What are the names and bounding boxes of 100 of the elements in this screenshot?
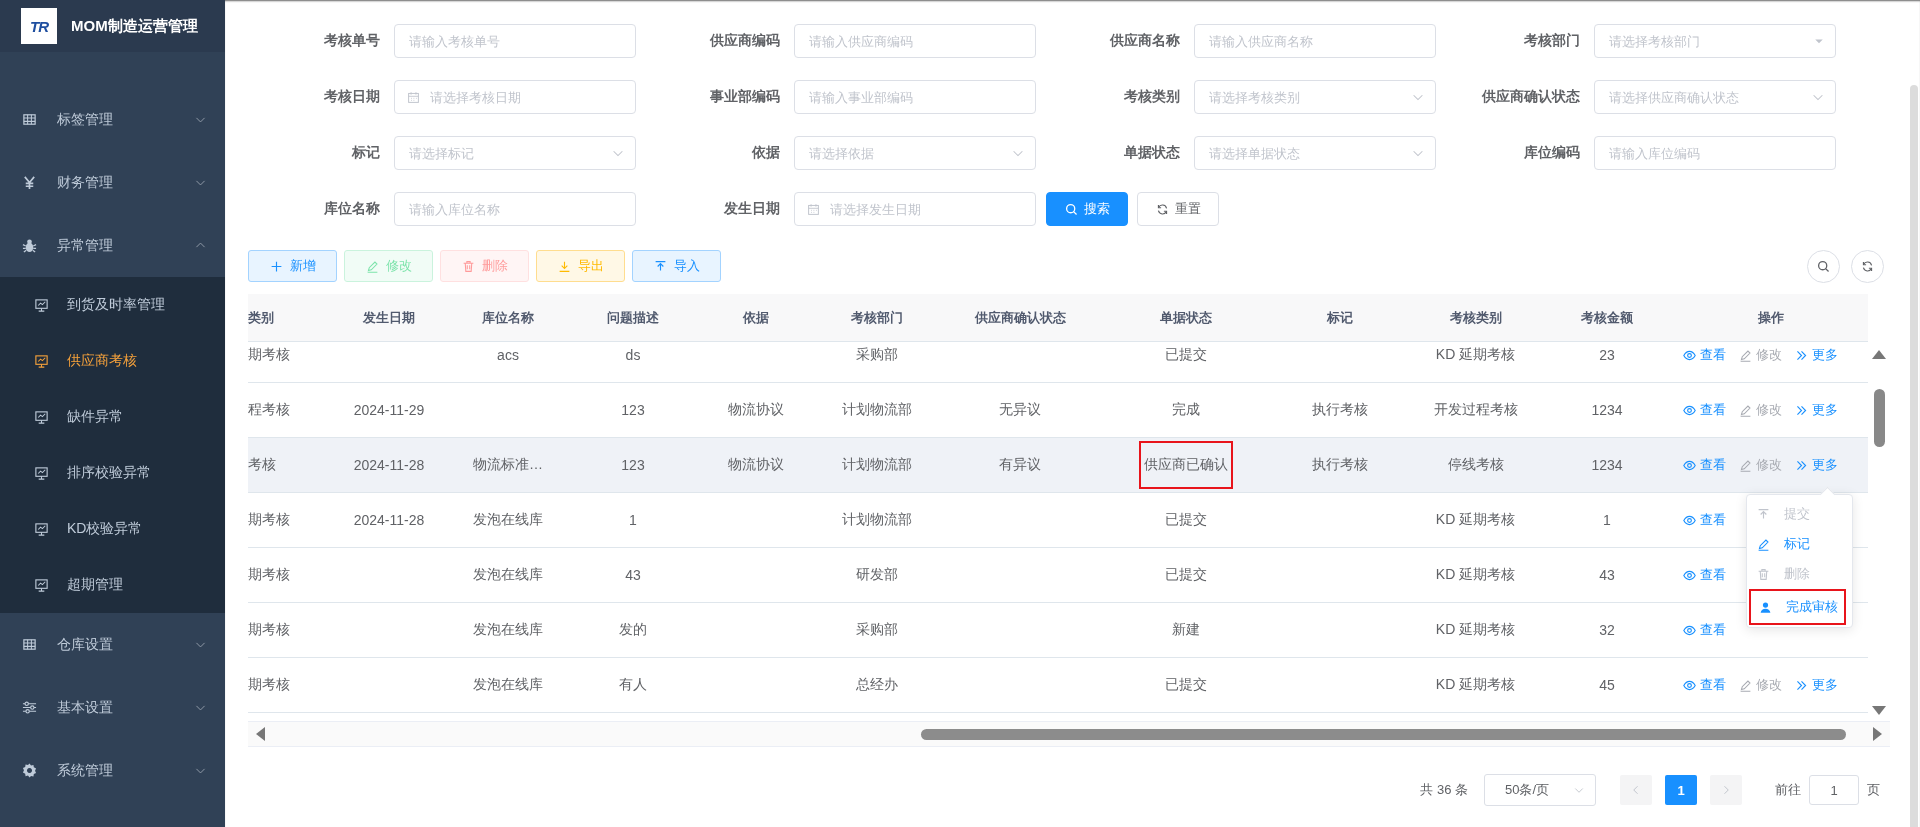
table-cell: 总经办 bbox=[855, 676, 898, 694]
table-cell: 1234 bbox=[1591, 457, 1623, 473]
plus-icon bbox=[269, 259, 283, 273]
table-cell: 123 bbox=[621, 457, 645, 473]
trash-icon bbox=[461, 259, 475, 273]
column-header: 类别 bbox=[248, 308, 275, 327]
eye-icon bbox=[1683, 568, 1696, 582]
table-cell: 已提交 bbox=[1165, 346, 1207, 364]
table-cell: 期考核 bbox=[248, 621, 290, 639]
menu-item[interactable]: 基本设置 bbox=[0, 676, 225, 739]
table-cell: 执行考核 bbox=[1312, 456, 1368, 474]
table-cell: 完成 bbox=[1172, 401, 1200, 419]
table-cell: 采购部 bbox=[855, 621, 898, 639]
pencil-icon bbox=[1739, 403, 1752, 417]
reset-button[interactable]: 重置 bbox=[1137, 192, 1219, 226]
date-field[interactable]: 请选择发生日期 bbox=[794, 192, 1036, 226]
eye-icon bbox=[1683, 678, 1696, 692]
table-cell: 期考核 bbox=[248, 346, 290, 364]
submenu-label: KD校验异常 bbox=[67, 520, 144, 538]
action-link[interactable]: 查看 bbox=[1683, 621, 1726, 639]
gear-icon bbox=[22, 763, 37, 778]
table-cell: ds bbox=[625, 347, 641, 363]
toolbar-button[interactable]: 导入 bbox=[632, 250, 721, 282]
column-header: 操作 bbox=[1756, 308, 1785, 327]
eye-icon bbox=[1683, 403, 1696, 417]
text-field[interactable]: 请输入供应商名称 bbox=[1194, 24, 1436, 58]
table-cell: 1 bbox=[1603, 512, 1611, 528]
yen-icon bbox=[22, 175, 37, 190]
field-label: 发生日期 bbox=[723, 200, 780, 218]
text-field[interactable]: 请输入库位名称 bbox=[394, 192, 636, 226]
search-icon bbox=[1064, 202, 1078, 216]
table-cell: 执行考核 bbox=[1312, 401, 1368, 419]
action-link[interactable]: 查看 bbox=[1683, 456, 1726, 474]
menu-item[interactable]: 财务管理 bbox=[0, 151, 225, 214]
menu-item[interactable]: 系统管理 bbox=[0, 739, 225, 802]
table-cell: 43 bbox=[625, 567, 641, 583]
action-link[interactable]: 查看 bbox=[1683, 511, 1726, 529]
field-label: 供应商确认状态 bbox=[1481, 88, 1580, 106]
action-link[interactable]: 查看 bbox=[1683, 566, 1726, 584]
table-cell: 计划物流部 bbox=[841, 456, 912, 474]
table-cell: 计划物流部 bbox=[841, 511, 912, 529]
dropdown-item[interactable]: 完成审核 bbox=[1749, 589, 1846, 625]
action-link[interactable]: 更多 bbox=[1795, 456, 1838, 474]
submenu-item[interactable]: 到货及时率管理 bbox=[0, 277, 225, 333]
action-link[interactable]: 更多 bbox=[1795, 676, 1838, 694]
select-field[interactable]: 请选择考核类别 bbox=[1194, 80, 1436, 114]
text-field[interactable]: 请输入事业部编码 bbox=[794, 80, 1036, 114]
toolbar-button[interactable]: 新增 bbox=[248, 250, 337, 282]
table-cell: 已提交 bbox=[1165, 511, 1207, 529]
table-cell: 1234 bbox=[1591, 402, 1623, 418]
table-cell: acs bbox=[497, 347, 519, 363]
search-button[interactable]: 搜索 bbox=[1046, 192, 1128, 226]
submenu-label: 供应商考核 bbox=[67, 352, 138, 370]
upload-icon bbox=[1757, 507, 1770, 521]
action-link[interactable]: 查看 bbox=[1683, 676, 1726, 694]
page-size-select[interactable]: 50条/页 bbox=[1484, 774, 1596, 806]
select-field[interactable]: 请选择标记 bbox=[394, 136, 636, 170]
pencil-icon bbox=[1757, 537, 1770, 551]
submenu-label: 到货及时率管理 bbox=[67, 296, 166, 314]
submenu-item[interactable]: 供应商考核 bbox=[0, 333, 225, 389]
refresh-button[interactable] bbox=[1851, 249, 1884, 283]
action-link[interactable]: 更多 bbox=[1795, 401, 1838, 419]
text-field[interactable]: 请输入供应商编码 bbox=[794, 24, 1036, 58]
column-header: 标记 bbox=[1326, 308, 1354, 327]
submenu-item[interactable]: 超期管理 bbox=[0, 557, 225, 613]
menu-item[interactable]: 标签管理 bbox=[0, 88, 225, 151]
upload-icon bbox=[653, 259, 667, 273]
table-cell: 有异议 bbox=[999, 456, 1041, 474]
goto-label: 前往 bbox=[1775, 781, 1801, 799]
page-input[interactable]: 1 bbox=[1809, 775, 1859, 805]
field-label: 考核日期 bbox=[323, 88, 380, 106]
action-link[interactable]: 查看 bbox=[1683, 346, 1726, 364]
submenu-item[interactable]: 排序校验异常 bbox=[0, 445, 225, 501]
search-toggle-button[interactable] bbox=[1807, 249, 1840, 283]
eye-icon bbox=[1683, 348, 1696, 362]
select-field[interactable]: 请选择依据 bbox=[794, 136, 1036, 170]
menu-label: 基本设置 bbox=[57, 698, 114, 717]
action-link[interactable]: 更多 bbox=[1795, 346, 1838, 364]
action-link[interactable]: 查看 bbox=[1683, 401, 1726, 419]
monitor-chart-icon bbox=[34, 521, 49, 537]
page-number-button[interactable]: 1 bbox=[1665, 775, 1697, 805]
bug-icon bbox=[22, 238, 37, 253]
horizontal-scrollbar[interactable] bbox=[248, 721, 1890, 747]
text-field[interactable]: 请输入考核单号 bbox=[394, 24, 636, 58]
submenu-item[interactable]: KD校验异常 bbox=[0, 501, 225, 557]
menu-item[interactable]: 异常管理 bbox=[0, 214, 225, 277]
table-cell: 32 bbox=[1599, 622, 1615, 638]
table-cell: 程考核 bbox=[248, 401, 290, 419]
select-field[interactable]: 请选择供应商确认状态 bbox=[1594, 80, 1836, 114]
submenu-item[interactable]: 缺件异常 bbox=[0, 389, 225, 445]
text-field[interactable]: 请输入库位编码 bbox=[1594, 136, 1836, 170]
table-cell: KD 延期考核 bbox=[1435, 676, 1516, 694]
calendar-icon bbox=[807, 203, 820, 216]
field-label: 库位名称 bbox=[323, 200, 380, 218]
table-cell: 采购部 bbox=[855, 346, 898, 364]
select-field[interactable]: 请选择单据状态 bbox=[1194, 136, 1436, 170]
pencil-icon bbox=[1739, 348, 1752, 362]
menu-item[interactable]: 仓库设置 bbox=[0, 613, 225, 676]
table-cell: 43 bbox=[1599, 567, 1615, 583]
date-field[interactable]: 请选择考核日期 bbox=[394, 80, 636, 114]
